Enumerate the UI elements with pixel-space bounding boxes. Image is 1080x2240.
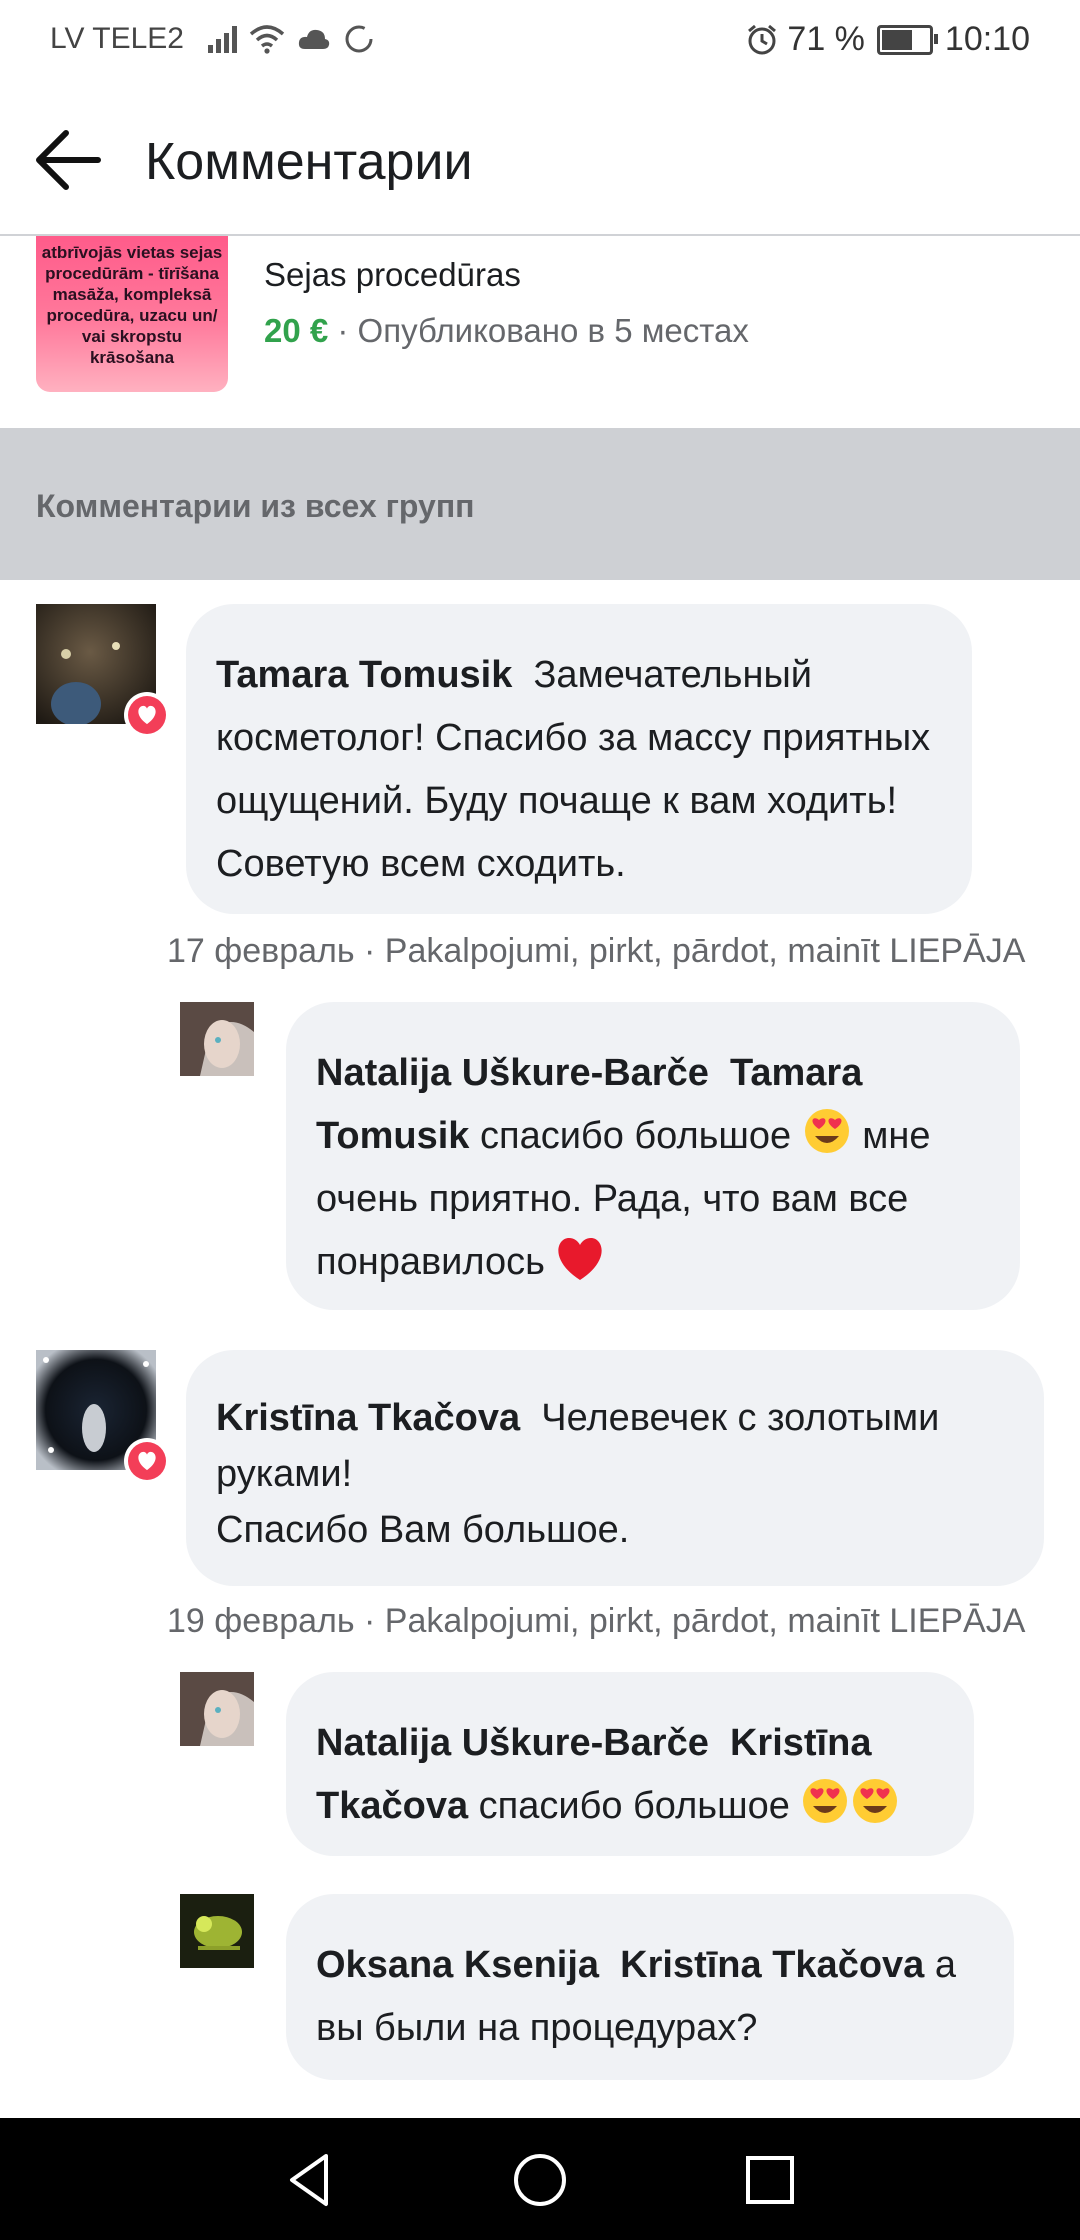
comment-bubble[interactable]: Kristīna Tkačova Челевечек с золотыми ру… (186, 1350, 1044, 1586)
product-price: 20 € (264, 312, 329, 349)
reply-author[interactable]: Natalija Uškure-Barče (316, 1052, 709, 1094)
reply-author[interactable]: Oksana Ksenija (316, 1944, 599, 1986)
reply-text: спасибо большое (468, 1785, 801, 1827)
product-name: Sejas procedūras (264, 256, 521, 293)
section-header: Комментарии из всех групп (0, 428, 1080, 580)
arrow-left-icon[interactable] (30, 122, 106, 198)
comment-meta: 19 февраль · Pakalpojumi, pirkt, pārdot,… (167, 1602, 1026, 1640)
avatar[interactable] (180, 1894, 254, 1968)
avatar[interactable] (180, 1002, 254, 1076)
alarm-icon (748, 24, 777, 54)
system-nav-bar (0, 2118, 1080, 2240)
avatar[interactable] (36, 604, 170, 738)
avatar-image (180, 1894, 254, 1968)
heart-eyes-emoji-icon (803, 1779, 848, 1823)
avatar-image (180, 1002, 254, 1076)
reply-mention[interactable]: Kristīna Tkačova (620, 1944, 924, 1986)
section-title: Комментарии из всех групп (36, 488, 475, 524)
comment-author[interactable]: Tamara Tomusik (216, 654, 512, 696)
sync-icon (345, 25, 373, 53)
love-reaction-icon (124, 1438, 170, 1484)
comment-author[interactable]: Kristīna Tkačova (216, 1397, 520, 1439)
cloud-icon (298, 29, 330, 49)
page-title: Комментарии (145, 133, 473, 191)
avatar[interactable] (36, 1350, 170, 1484)
signal-icon (207, 25, 237, 53)
battery-percent: 71 % (787, 20, 865, 58)
status-bar: LV TELE2 71 % 10:10 (0, 0, 1080, 82)
avatar-image (180, 1672, 254, 1746)
red-heart-emoji-icon (558, 1238, 603, 1280)
product-meta: 20 € · Опубликовано в 5 местах (264, 312, 749, 350)
comment-meta: 17 февраль · Pakalpojumi, pirkt, pārdot,… (167, 932, 1026, 970)
triangle-back-icon[interactable] (278, 2148, 342, 2212)
love-reaction-icon (124, 692, 170, 738)
clock: 10:10 (944, 20, 1030, 58)
carrier-label: LV TELE2 (50, 22, 184, 55)
reply-author[interactable]: Natalija Uškure-Barče (316, 1722, 709, 1764)
reply-text-part1: спасибо большое (469, 1115, 802, 1157)
heart-eyes-emoji-icon (804, 1109, 849, 1153)
product-summary[interactable]: atbrīvojās vietas sejas procedūrām - tīr… (0, 236, 1080, 428)
reply-bubble[interactable]: Natalija Uškure-Barče Tamara Tomusik спа… (286, 1002, 1020, 1310)
publish-info: · Опубликовано в 5 местах (328, 312, 749, 349)
reply-bubble[interactable]: Oksana Ksenija Kristīna Tkačova а вы был… (286, 1894, 1014, 2080)
heart-eyes-emoji-icon (853, 1779, 898, 1823)
wifi-icon (249, 25, 285, 54)
comment-bubble[interactable]: Tamara Tomusik Замечательный косметолог!… (186, 604, 972, 914)
app-bar: Комментарии (0, 82, 1080, 236)
reply-bubble[interactable]: Natalija Uškure-Barče Kristīna Tkačova с… (286, 1672, 974, 1856)
product-thumbnail[interactable]: atbrīvojās vietas sejas procedūrām - tīr… (36, 236, 228, 392)
comment-text-line2: Спасибо Вам большое. (216, 1509, 630, 1551)
circle-home-icon[interactable] (508, 2148, 572, 2212)
battery-icon (876, 24, 938, 55)
avatar[interactable] (180, 1672, 254, 1746)
square-recents-icon[interactable] (738, 2148, 802, 2212)
